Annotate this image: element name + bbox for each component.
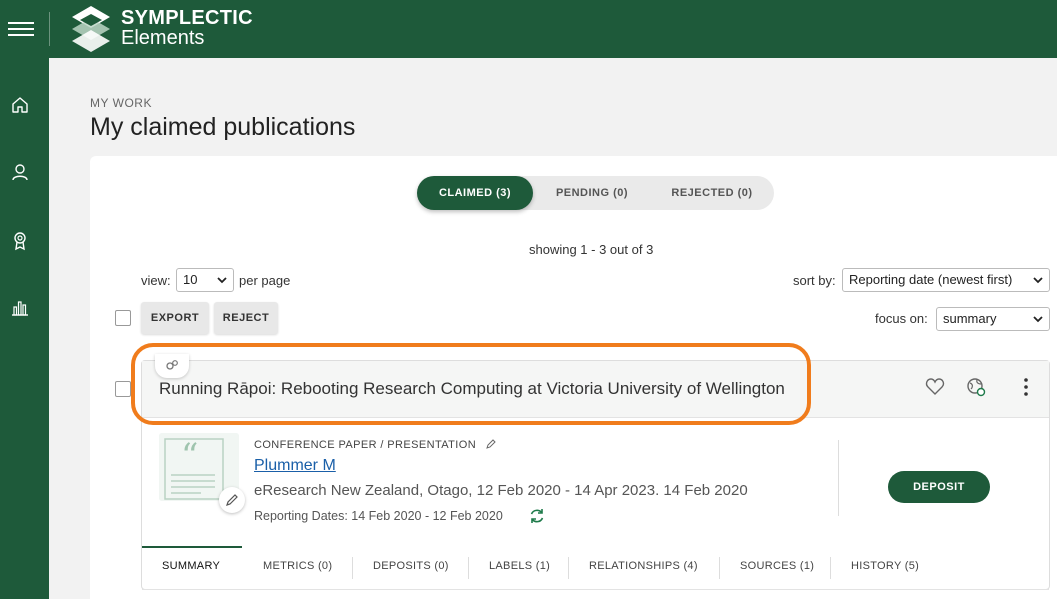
publication-type-label: CONFERENCE PAPER / PRESENTATION [254, 439, 477, 451]
publication-divider [838, 440, 839, 516]
focus-value: summary [943, 311, 997, 326]
tab-labels[interactable]: LABELS (1) [489, 560, 550, 572]
tab-sources[interactable]: SOURCES (1) [740, 560, 814, 572]
globe-settings-icon[interactable] [965, 376, 987, 398]
author-link[interactable]: Plummer M [254, 457, 336, 475]
tab-rejected[interactable]: REJECTED (0) [651, 176, 773, 210]
bar-chart-icon[interactable] [9, 297, 31, 319]
sort-value: Reporting date (newest first) [849, 272, 1013, 287]
tab-pending[interactable]: PENDING (0) [533, 176, 651, 210]
title-highlight-annotation [131, 343, 811, 425]
deposit-button[interactable]: DEPOSIT [888, 471, 990, 503]
focus-label: focus on: [875, 311, 928, 326]
tab-deposits[interactable]: DEPOSITS (0) [373, 560, 449, 572]
sidebar [0, 58, 49, 599]
pencil-icon [226, 494, 238, 506]
more-options-icon[interactable] [1015, 376, 1037, 398]
reporting-dates: Reporting Dates: 14 Feb 2020 - 12 Feb 20… [254, 509, 503, 523]
chevron-down-icon [1033, 316, 1043, 323]
tab-separator [719, 557, 720, 579]
brand-subname: Elements [121, 27, 205, 49]
tab-claimed[interactable]: CLAIMED (3) [417, 176, 533, 210]
tab-metrics[interactable]: METRICS (0) [263, 560, 332, 572]
reject-button[interactable]: REJECT [214, 302, 278, 334]
refresh-icon[interactable] [528, 507, 546, 525]
home-icon[interactable] [9, 94, 31, 116]
tab-separator [568, 557, 569, 579]
focus-select[interactable]: summary [936, 307, 1050, 331]
edit-thumbnail-button[interactable] [219, 487, 245, 513]
results-count: showing 1 - 3 out of 3 [529, 242, 654, 257]
tab-relationships[interactable]: RELATIONSHIPS (4) [589, 560, 698, 572]
edit-type-icon[interactable] [485, 438, 497, 449]
subtabs-divider [142, 589, 1049, 590]
per-page-value: 10 [183, 272, 198, 287]
tab-summary[interactable]: SUMMARY [162, 560, 220, 572]
publication-checkbox[interactable] [115, 381, 131, 397]
heart-icon[interactable] [924, 376, 946, 398]
hamburger-menu-icon[interactable] [8, 18, 34, 40]
symplectic-logo-icon [72, 6, 110, 52]
user-icon[interactable] [9, 161, 31, 183]
breadcrumb: MY WORK [90, 96, 152, 110]
chevron-down-icon [217, 277, 227, 284]
sort-label: sort by: [793, 273, 836, 288]
tab-separator [830, 557, 831, 579]
select-all-checkbox[interactable] [115, 310, 131, 326]
award-icon[interactable] [9, 230, 31, 252]
active-tab-indicator [142, 546, 242, 548]
publication-venue: eResearch New Zealand, Otago, 12 Feb 202… [254, 482, 748, 499]
per-page-label: per page [239, 273, 291, 288]
tab-separator [468, 557, 469, 579]
view-label: view: [141, 273, 171, 288]
per-page-select[interactable]: 10 [176, 268, 234, 292]
publication-type: CONFERENCE PAPER / PRESENTATION [254, 438, 497, 451]
export-button[interactable]: EXPORT [141, 302, 209, 334]
sort-select[interactable]: Reporting date (newest first) [842, 268, 1050, 292]
chevron-down-icon [1033, 277, 1043, 284]
svg-text:“: “ [181, 436, 198, 476]
page-title: My claimed publications [90, 113, 356, 141]
header-divider [49, 12, 50, 46]
tab-separator [352, 557, 353, 579]
tab-history[interactable]: HISTORY (5) [851, 560, 919, 572]
